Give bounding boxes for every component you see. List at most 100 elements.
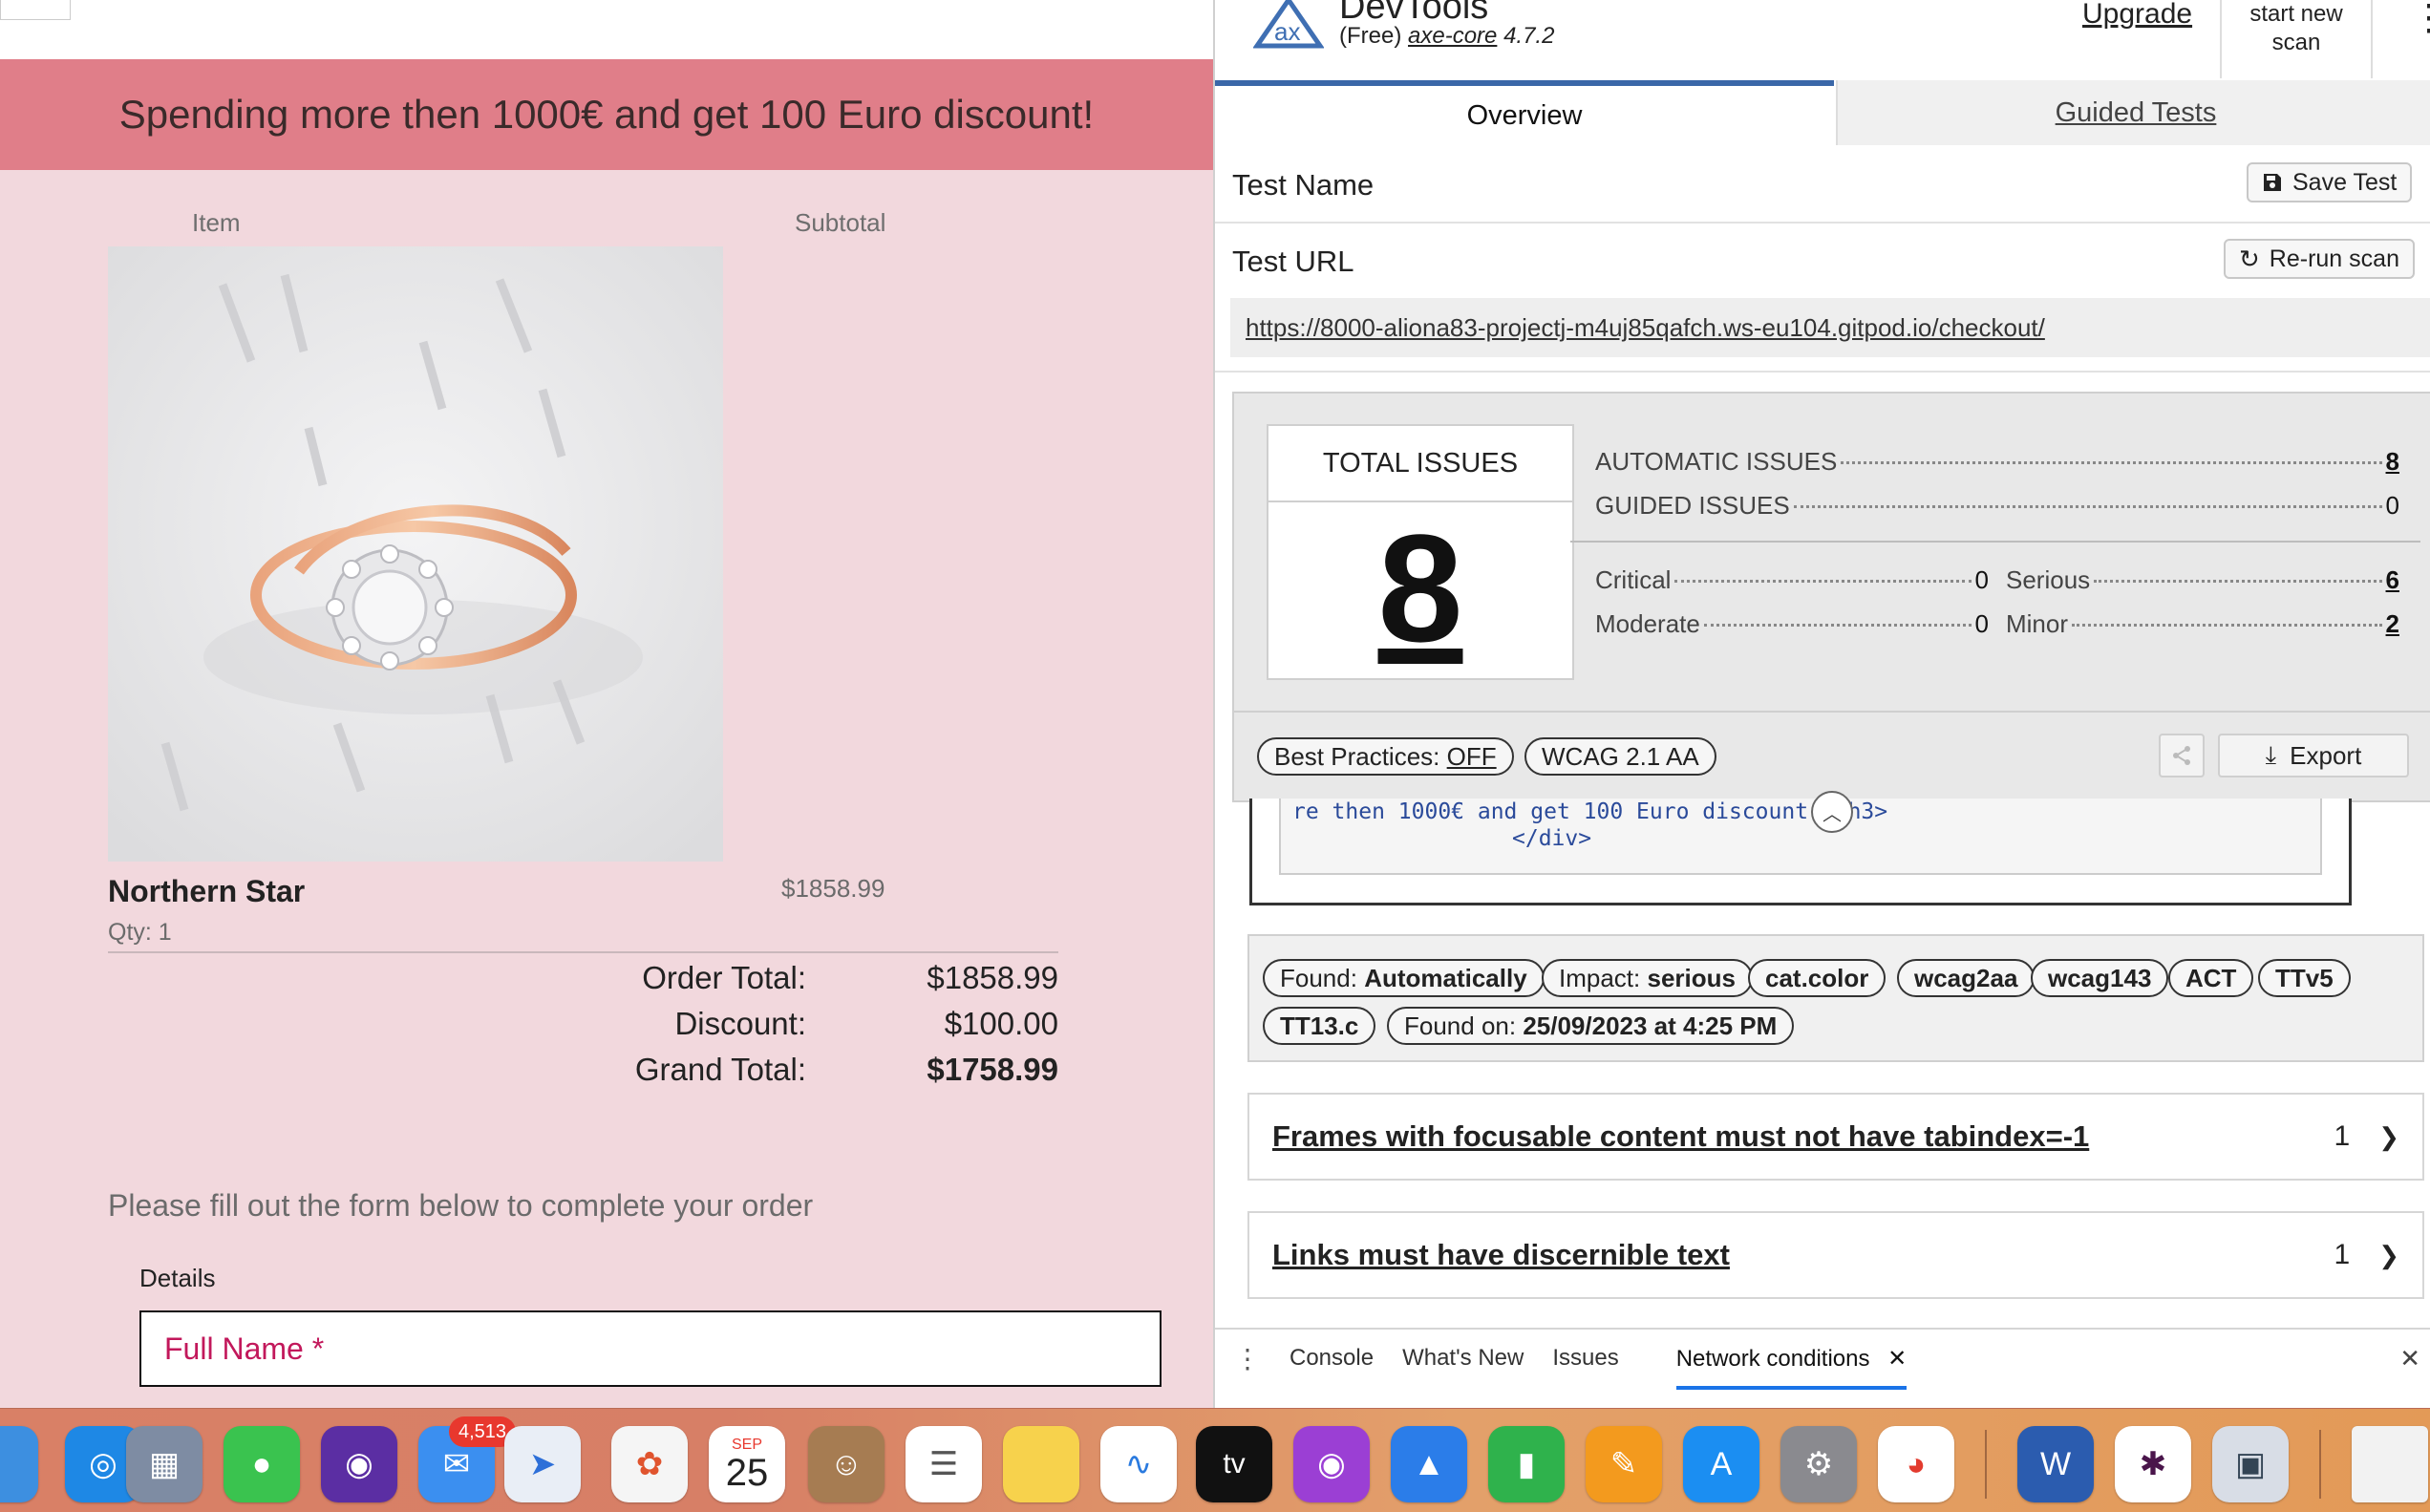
contacts-icon[interactable]: ☺: [808, 1426, 885, 1502]
slack-icon[interactable]: ✱: [2115, 1426, 2191, 1502]
impact-label: Impact:: [1559, 963, 1641, 992]
share-button[interactable]: [2159, 734, 2205, 777]
apple-tv-icon[interactable]: tv: [1196, 1426, 1272, 1502]
tab-overview[interactable]: Overview: [1215, 80, 1834, 145]
top-left-button[interactable]: [0, 0, 71, 20]
serious-label: Serious: [2006, 565, 2091, 594]
tag-ttv5: TTv5: [2258, 959, 2351, 997]
serious-row: Serious 6: [2006, 565, 2399, 595]
issues-summary: TOTAL ISSUES 8 AUTOMATIC ISSUES 8 GUIDED…: [1232, 392, 2430, 802]
start-new-scan-button[interactable]: start new scan: [2220, 0, 2373, 78]
rule-title[interactable]: Links must have discernible text: [1272, 1238, 2334, 1272]
drawer-tab-issues[interactable]: Issues: [1552, 1345, 1618, 1372]
found-on-tag: Found on: 25/09/2023 at 4:25 PM: [1387, 1007, 1795, 1045]
divider: [1215, 222, 2430, 224]
tab-guided-tests[interactable]: Guided Tests: [1836, 80, 2430, 145]
automatic-issues-count[interactable]: 8: [2386, 447, 2399, 477]
tag-cat-color: cat.color: [1748, 959, 1886, 997]
discount-label: Discount:: [674, 1006, 806, 1041]
engine-link[interactable]: axe-core: [1408, 23, 1497, 49]
numbers-icon[interactable]: ▮: [1488, 1426, 1565, 1502]
drawer-tab-network-conditions[interactable]: Network conditions ✕: [1675, 1328, 1908, 1390]
drawer-tab-console[interactable]: Console: [1290, 1345, 1374, 1372]
devtools-tabs: Overview Guided Tests: [1215, 80, 2430, 145]
serious-count[interactable]: 6: [2386, 565, 2399, 595]
best-practices-label: Best Practices:: [1274, 741, 1440, 771]
impact-value: serious: [1647, 963, 1736, 992]
maps-icon[interactable]: ➤: [504, 1426, 581, 1502]
order-total-value: $1858.99: [927, 960, 1058, 995]
word-icon[interactable]: W: [2017, 1426, 2094, 1502]
more-options-icon[interactable]: ⋮: [2411, 0, 2430, 39]
rule-count: 1: [2334, 1239, 2351, 1270]
automatic-issues-label: AUTOMATIC ISSUES: [1595, 447, 1838, 476]
drawer-tab-whats-new[interactable]: What's New: [1402, 1345, 1524, 1372]
photos-icon[interactable]: ✿: [611, 1426, 688, 1502]
save-icon: [2264, 174, 2281, 191]
chevron-up-icon: ︿: [1822, 803, 1842, 825]
close-tab-icon[interactable]: ✕: [1887, 1346, 1907, 1372]
rule-title[interactable]: Frames with focusable content must not h…: [1272, 1119, 2334, 1154]
moderate-row: Moderate 0: [1595, 609, 1989, 639]
dock-separator: [1985, 1430, 1987, 1499]
column-header-item: Item: [192, 208, 241, 237]
best-practices-toggle[interactable]: Best Practices: OFF: [1257, 737, 1514, 776]
found-value: Automatically: [1364, 963, 1527, 992]
finder-icon[interactable]: [0, 1426, 38, 1502]
podcasts-icon[interactable]: ◉: [1293, 1426, 1370, 1502]
calendar-icon[interactable]: SEP 25: [709, 1426, 785, 1502]
upgrade-link[interactable]: Upgrade: [2082, 0, 2192, 31]
column-header-subtotal: Subtotal: [795, 208, 886, 237]
chevron-right-icon: ❯: [2378, 1240, 2399, 1269]
total-issues-box: TOTAL ISSUES 8: [1267, 424, 1574, 680]
rerun-scan-label: Re-run scan: [2269, 245, 2399, 272]
notes-icon[interactable]: [1003, 1426, 1079, 1502]
guided-issues-row: GUIDED ISSUES 0: [1595, 491, 2399, 521]
banner-text: Spending more then 1000€ and get 100 Eur…: [118, 92, 1095, 137]
minor-count[interactable]: 2: [2386, 609, 2399, 639]
freeform-icon[interactable]: ∿: [1100, 1426, 1177, 1502]
rerun-scan-button[interactable]: ↻ Re-run scan: [2224, 239, 2415, 279]
keynote-icon[interactable]: ▲: [1391, 1426, 1467, 1502]
app-store-icon[interactable]: A: [1683, 1426, 1759, 1502]
issue-tags-card: Found: Automatically Impact: serious cat…: [1247, 934, 2424, 1062]
export-button[interactable]: ⤓ Export: [2218, 734, 2409, 777]
collapse-summary-button[interactable]: ︿: [1811, 791, 1853, 833]
checkout-page: Spending more then 1000€ and get 100 Eur…: [0, 0, 1213, 1408]
standard-selector[interactable]: WCAG 2.1 AA: [1524, 737, 1716, 776]
preview-icon[interactable]: ▣: [2212, 1426, 2289, 1502]
firefox-icon[interactable]: ◉: [321, 1426, 397, 1502]
chrome-icon[interactable]: ◕: [1878, 1426, 1954, 1502]
details-label: Details: [139, 1264, 216, 1292]
launchpad-icon[interactable]: ▦: [126, 1426, 202, 1502]
download-icon: ⤓: [2265, 740, 2277, 769]
guided-issues-label: GUIDED ISSUES: [1595, 491, 1790, 520]
system-settings-icon[interactable]: ⚙: [1780, 1426, 1857, 1502]
test-url-link[interactable]: https://8000-aliona83-projectj-m4uj85qaf…: [1230, 298, 2430, 357]
full-name-input[interactable]: Full Name *: [139, 1310, 1162, 1387]
critical-label: Critical: [1595, 565, 1672, 594]
code-snippet-card: re then 1000€ and get 100 Euro discount!…: [1249, 799, 2352, 905]
save-test-label: Save Test: [2292, 168, 2398, 196]
refresh-icon: ↻: [2239, 244, 2260, 273]
recent-window-thumbnail[interactable]: [2352, 1426, 2428, 1502]
total-issues-count[interactable]: 8: [1268, 502, 1572, 674]
discount-value: $100.00: [944, 1006, 1058, 1041]
minor-label: Minor: [2006, 609, 2069, 638]
reminders-icon[interactable]: ☰: [906, 1426, 982, 1502]
macos-dock: ◎ ▦ ● ◉ ✉ 4,513 ➤ ✿ SEP 25 ☺ ☰ ∿ tv ◉ ▲ …: [0, 1408, 2430, 1512]
save-test-button[interactable]: Save Test: [2247, 162, 2413, 202]
share-icon: [2173, 746, 2190, 765]
pages-icon[interactable]: ✎: [1586, 1426, 1662, 1502]
form-intro: Please fill out the form below to comple…: [108, 1188, 814, 1223]
network-conditions-label: Network conditions: [1675, 1345, 1870, 1372]
drawer-menu-icon[interactable]: ⋮: [1234, 1343, 1261, 1374]
rule-row[interactable]: Links must have discernible text 1 ❯: [1247, 1211, 2424, 1299]
messages-icon[interactable]: ●: [224, 1426, 300, 1502]
grand-total-label: Grand Total:: [634, 1052, 806, 1087]
close-drawer-icon[interactable]: ✕: [2399, 1344, 2420, 1374]
discount-banner: Spending more then 1000€ and get 100 Eur…: [0, 59, 1213, 170]
found-on-label: Found on:: [1404, 1011, 1517, 1040]
rule-row[interactable]: Frames with focusable content must not h…: [1247, 1093, 2424, 1181]
tag-act: ACT: [2168, 959, 2254, 997]
